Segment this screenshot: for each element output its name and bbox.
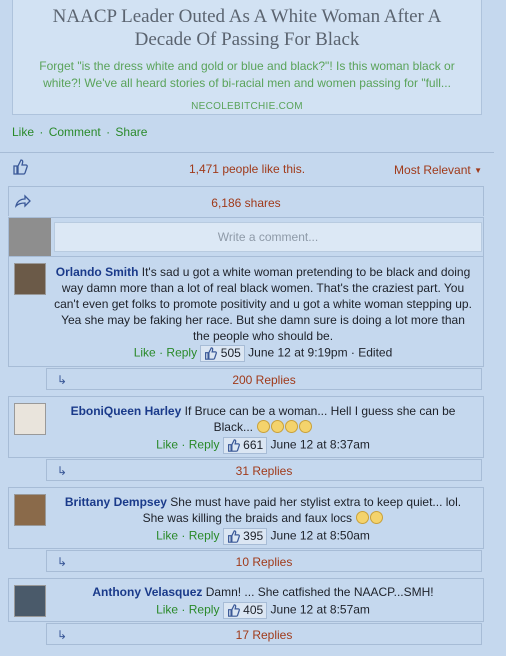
comment-text: Damn! ... She catfished the NAACP...SMH!	[205, 585, 434, 599]
separator: ·	[106, 125, 111, 139]
separator: ·	[39, 125, 44, 139]
replies-count: 10 Replies	[235, 555, 293, 569]
replies-count: 31 Replies	[235, 464, 293, 478]
comment-reply-link[interactable]: Reply	[189, 603, 220, 617]
replies-toggle[interactable]: ↳ 31 Replies	[46, 459, 482, 481]
avatar[interactable]	[14, 263, 46, 295]
comment-link[interactable]: Comment	[49, 125, 101, 139]
emoji-icon	[257, 420, 271, 433]
comment-like-count[interactable]: 661	[222, 437, 268, 454]
comment-timestamp[interactable]: June 12 at 8:50am	[271, 529, 370, 543]
link-title[interactable]: NAACP Leader Outed As A White Woman Afte…	[13, 0, 481, 51]
current-user-avatar	[9, 218, 51, 256]
comment-author[interactable]: EboniQueen Harley	[71, 404, 182, 418]
sort-dropdown[interactable]: Most Relevant ▼	[394, 163, 482, 177]
replies-toggle[interactable]: ↳ 200 Replies	[46, 368, 482, 390]
comment-item: Orlando Smith It's sad u got a white wom…	[8, 257, 484, 367]
post-actions: Like · Comment · Share	[12, 125, 147, 139]
emoji-icon	[356, 511, 370, 524]
thumbs-up-icon	[227, 604, 240, 617]
comment-author[interactable]: Brittany Dempsey	[65, 495, 167, 509]
thumbs-up-icon	[205, 347, 218, 360]
avatar[interactable]	[14, 494, 46, 526]
comment-like-count[interactable]: 395	[222, 528, 268, 545]
likes-summary-bar: 1,471 people like this. Most Relevant ▼	[0, 152, 494, 184]
comment-timestamp[interactable]: June 12 at 8:37am	[271, 438, 370, 452]
share-link[interactable]: Share	[115, 125, 147, 139]
shares-summary-bar: 6,186 shares	[8, 186, 484, 216]
replies-toggle[interactable]: ↳ 10 Replies	[46, 550, 482, 572]
link-preview-card[interactable]: NAACP Leader Outed As A White Woman Afte…	[12, 0, 482, 115]
like-link[interactable]: Like	[12, 125, 34, 139]
avatar[interactable]	[14, 403, 46, 435]
comment-like-count[interactable]: 405	[222, 602, 268, 619]
replies-count: 200 Replies	[232, 373, 296, 387]
comment-item: Anthony Velasquez Damn! ... She catfishe…	[8, 578, 484, 622]
emoji-icon	[370, 511, 384, 524]
comment-edited: Edited	[358, 345, 393, 360]
comment-author[interactable]: Orlando Smith	[56, 265, 139, 279]
thumbs-up-icon	[227, 439, 240, 452]
comment-text: If Bruce can be a woman... Hell I guess …	[184, 404, 456, 434]
replies-count: 17 Replies	[235, 628, 293, 642]
comment-timestamp[interactable]: June 12 at 9:19pm	[248, 346, 347, 360]
comment-like-link[interactable]: Like	[156, 438, 178, 452]
comment-meta: Like · Reply 661 June 12 at 8:37am	[156, 437, 370, 454]
thumbs-up-icon	[227, 530, 240, 543]
comment-meta: Like · Reply 505 June 12 at 9:19pm · Edi…	[133, 345, 393, 362]
sort-label: Most Relevant	[394, 163, 471, 177]
shares-count[interactable]: 6,186 shares	[9, 196, 483, 210]
comment-author[interactable]: Anthony Velasquez	[92, 585, 202, 599]
link-description: Forget "is the dress white and gold or b…	[39, 59, 455, 90]
comment-like-link[interactable]: Like	[134, 346, 156, 360]
comment-timestamp[interactable]: June 12 at 8:57am	[271, 603, 370, 617]
replies-toggle[interactable]: ↳ 17 Replies	[46, 623, 482, 645]
comment-like-link[interactable]: Like	[156, 529, 178, 543]
comment-reply-link[interactable]: Reply	[189, 529, 220, 543]
comment-reply-link[interactable]: Reply	[166, 346, 197, 360]
comment-item: EboniQueen Harley If Bruce can be a woma…	[8, 396, 484, 458]
comment-like-count[interactable]: 505	[200, 345, 245, 362]
avatar[interactable]	[14, 585, 46, 617]
write-comment-row: Write a comment...	[8, 217, 484, 257]
comment-like-link[interactable]: Like	[156, 603, 178, 617]
comment-reply-link[interactable]: Reply	[189, 438, 220, 452]
emoji-icon	[271, 420, 285, 433]
comment-meta: Like · Reply 405 June 12 at 8:57am	[156, 602, 370, 619]
emoji-icon	[285, 420, 299, 433]
link-domain: NECOLEBITCHIE.COM	[191, 101, 303, 112]
caret-down-icon: ▼	[474, 166, 482, 175]
comment-text: She must have paid her stylist extra to …	[142, 495, 462, 525]
comment-meta: Like · Reply 395 June 12 at 8:50am	[156, 528, 370, 545]
comment-input[interactable]: Write a comment...	[54, 222, 482, 252]
emoji-icon	[299, 420, 313, 433]
comment-item: Brittany Dempsey She must have paid her …	[8, 487, 484, 549]
